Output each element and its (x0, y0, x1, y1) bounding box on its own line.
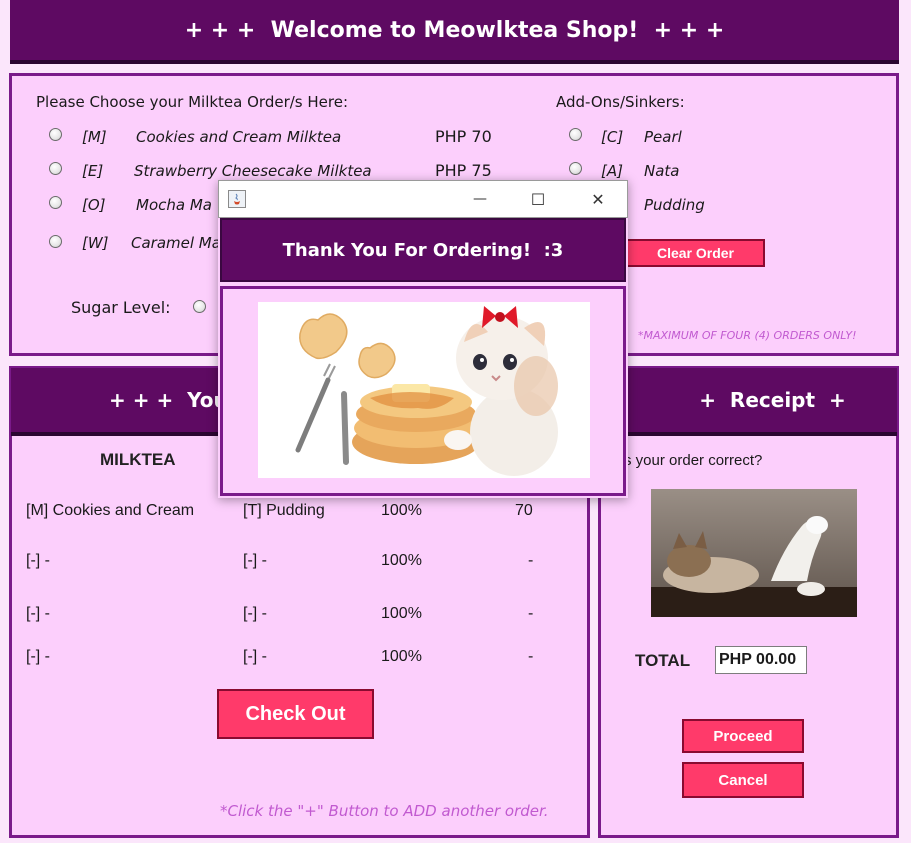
close-button[interactable]: ✕ (583, 187, 613, 211)
minimize-icon: — (473, 191, 487, 207)
total-field[interactable]: PHP 00.00 (715, 646, 807, 674)
dialog-banner-text: Thank You For Ordering! :3 (282, 239, 564, 261)
milktea-radio-e[interactable] (49, 162, 62, 175)
milktea-code: [E] (82, 162, 104, 180)
dialog-banner: Thank You For Ordering! :3 (220, 218, 626, 282)
addon-name: Pearl (644, 128, 682, 146)
order-row-sugar: 100% (381, 552, 422, 569)
close-icon: ✕ (591, 189, 605, 209)
order-row-milktea: [-] - (26, 605, 50, 622)
addon-radio-nata[interactable] (569, 162, 582, 175)
milktea-price: PHP 70 (435, 127, 492, 146)
clear-order-label: Clear Order (656, 245, 735, 261)
java-app-icon (228, 190, 246, 208)
order-row-sugar: 100% (381, 605, 422, 622)
order-row-price: - (528, 552, 534, 569)
milktea-name: Caramel Ma (131, 234, 221, 252)
receipt-header: + Receipt + (600, 368, 897, 436)
milktea-name: Cookies and Cream Milktea (136, 128, 342, 146)
milktea-name: Mocha Ma (136, 196, 212, 214)
receipt-cat-photo (651, 489, 857, 617)
milktea-code: [W] (82, 234, 109, 252)
order-row-addon: [-] - (243, 552, 267, 569)
addons-heading: Add-Ons/Sinkers: (556, 93, 685, 111)
addon-name: Pudding (644, 196, 705, 214)
thank-you-dialog: — ☐ ✕ Thank You For Ordering! :3 (218, 180, 628, 498)
order-row-milktea: [-] - (26, 552, 50, 569)
milktea-column-header: MILKTEA (100, 450, 176, 469)
check-out-label: Check Out (245, 702, 346, 725)
proceed-label: Proceed (713, 727, 773, 745)
order-row-price: 70 (515, 502, 533, 519)
milktea-code: [M] (82, 128, 107, 146)
order-row-addon: [T] Pudding (243, 502, 325, 519)
addon-code: [A] (601, 162, 623, 180)
order-row-addon: [-] - (243, 648, 267, 665)
check-out-button[interactable]: Check Out (217, 689, 374, 739)
cancel-button[interactable]: Cancel (682, 762, 804, 798)
proceed-button[interactable]: Proceed (682, 719, 804, 753)
milktea-code: [O] (82, 196, 106, 214)
order-row-price: - (528, 648, 534, 665)
order-heading: Please Choose your Milktea Order/s Here: (36, 93, 349, 111)
receipt-title: + Receipt + (699, 388, 846, 412)
order-row-milktea: [-] - (26, 648, 50, 665)
kitten-pancake-image (258, 302, 590, 478)
milktea-radio-m[interactable] (49, 128, 62, 141)
order-row-milktea: [M] Cookies and Cream (26, 502, 195, 519)
addon-radio-pearl[interactable] (569, 128, 582, 141)
milktea-price: PHP 75 (435, 161, 492, 180)
milktea-radio-w[interactable] (49, 235, 62, 248)
sugar-level-label: Sugar Level: (71, 298, 171, 317)
order-row-price: - (528, 605, 534, 622)
addon-code: [C] (601, 128, 624, 146)
order-row-sugar: 100% (381, 502, 422, 519)
addon-name: Nata (644, 162, 680, 180)
maximize-icon: ☐ (530, 189, 546, 209)
milktea-radio-o[interactable] (49, 196, 62, 209)
dialog-titlebar: — ☐ ✕ (218, 180, 628, 218)
order-row-sugar: 100% (381, 648, 422, 665)
milktea-name: Strawberry Cheesecake Milktea (134, 162, 372, 180)
maximize-button[interactable]: ☐ (523, 187, 553, 211)
total-value: PHP 00.00 (719, 651, 797, 668)
max-orders-note: *MAXIMUM OF FOUR (4) ORDERS ONLY! (638, 329, 857, 342)
cancel-label: Cancel (718, 771, 768, 789)
sugar-level-radio[interactable] (193, 300, 206, 313)
app-title: + + + Welcome to Meowlktea Shop! + + + (184, 17, 725, 43)
total-label: TOTAL (635, 651, 691, 670)
order-correct-question: s your order correct? (624, 452, 763, 469)
add-order-note: *Click the "+" Button to ADD another ord… (220, 802, 549, 820)
minimize-button[interactable]: — (465, 187, 495, 211)
dialog-image-frame (220, 286, 626, 496)
app-title-bar: + + + Welcome to Meowlktea Shop! + + + (10, 0, 899, 64)
order-row-addon: [-] - (243, 605, 267, 622)
clear-order-button[interactable]: Clear Order (626, 239, 765, 267)
